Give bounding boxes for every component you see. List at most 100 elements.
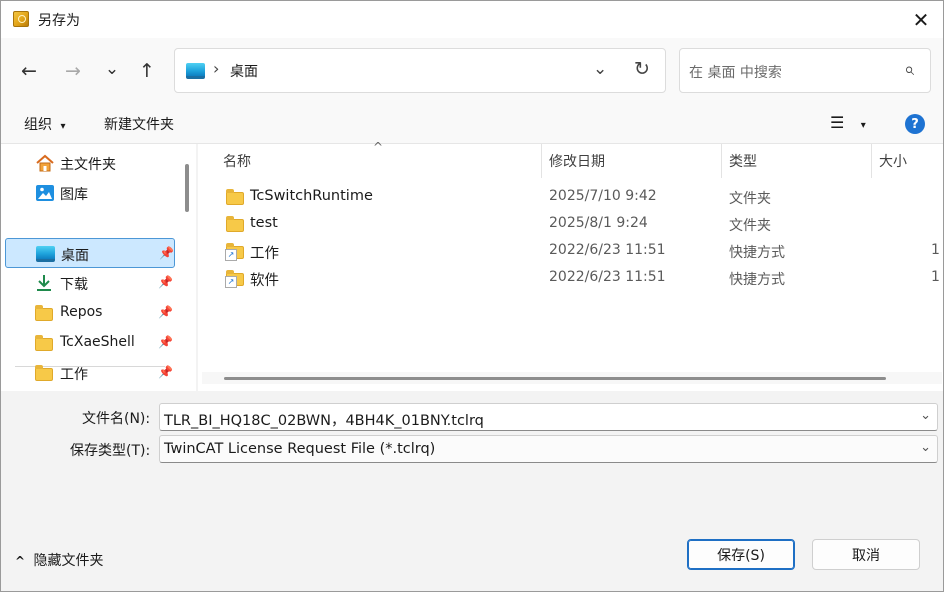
forward-arrow-icon: → — [65, 60, 81, 82]
file-row[interactable]: 工作 2022/6/23 11:51 快捷方式 1 — [198, 238, 943, 265]
sidebar-item-label: 图库 — [60, 187, 88, 203]
folder-icon — [35, 305, 53, 321]
organize-label: 组织 — [24, 117, 52, 133]
column-header-type[interactable]: 类型 — [729, 151, 757, 171]
sidebar-item-label: Repos — [60, 304, 103, 320]
folder-icon — [35, 365, 53, 381]
cancel-button-label: 取消 — [852, 547, 880, 564]
file-size: 1 — [931, 269, 940, 285]
search-icon: ⌕ — [904, 59, 915, 80]
file-row[interactable]: 软件 2022/6/23 11:51 快捷方式 1 — [198, 265, 943, 292]
folder-icon — [226, 216, 244, 232]
column-header-date[interactable]: 修改日期 — [549, 151, 605, 171]
file-date: 2025/8/1 9:24 — [549, 215, 648, 231]
column-separator[interactable] — [721, 144, 722, 178]
organize-button[interactable]: 组织 ▾ — [24, 114, 65, 134]
folder-icon — [226, 189, 244, 205]
file-type-select[interactable]: TwinCAT License Request File (*.tclrq) ⌄ — [159, 435, 938, 463]
hide-folders-label: 隐藏文件夹 — [33, 553, 104, 569]
sidebar-item-downloads[interactable]: 下载 📌 — [5, 268, 175, 298]
sidebar-item-home[interactable]: 主文件夹 — [5, 148, 175, 178]
sort-ascending-icon: ^ — [373, 140, 384, 154]
column-separator[interactable] — [871, 144, 872, 178]
folder-icon — [35, 335, 53, 351]
breadcrumb-separator-icon: › — [213, 59, 220, 78]
file-size: 1 — [931, 242, 940, 258]
file-name: 软件 — [250, 273, 279, 289]
chevron-down-icon: ⌄ — [920, 440, 931, 455]
pin-icon: 📌 — [158, 305, 173, 319]
dialog-footer: ^ 隐藏文件夹 保存(S) 取消 — [1, 515, 943, 591]
sidebar-item-repos[interactable]: Repos 📌 — [5, 298, 175, 328]
column-header-size[interactable]: 大小 — [879, 151, 907, 171]
up-button[interactable]: ↑ — [132, 56, 162, 86]
gallery-icon — [36, 185, 54, 201]
app-icon — [13, 11, 29, 27]
sidebar-item-label: 主文件夹 — [60, 157, 116, 173]
dropdown-arrow-icon: ▾ — [860, 120, 866, 131]
save-button[interactable]: 保存(S) — [687, 539, 795, 570]
file-row[interactable]: TcSwitchRuntime 2025/7/10 9:42 文件夹 — [198, 184, 943, 211]
search-placeholder: 在 桌面 中搜索 — [689, 65, 782, 81]
chevron-down-icon: ⌄ — [104, 59, 120, 79]
hide-folders-toggle[interactable]: ^ 隐藏文件夹 — [15, 550, 104, 570]
sidebar-item-desktop[interactable]: 桌面 📌 — [5, 238, 175, 268]
file-name: test — [250, 215, 278, 231]
sidebar-scrollbar[interactable] — [185, 164, 189, 212]
sidebar-item-gallery[interactable]: 图库 — [5, 178, 175, 208]
help-icon: ? — [911, 116, 919, 132]
download-icon — [37, 275, 51, 291]
filename-label: 文件名(N): — [82, 411, 151, 427]
column-separator[interactable] — [541, 144, 542, 178]
sidebar-item-tcxaeshell[interactable]: TcXaeShell 📌 — [5, 328, 175, 358]
search-box[interactable]: 在 桌面 中搜索 ⌕ — [679, 48, 931, 93]
desktop-icon — [36, 246, 55, 262]
back-arrow-icon: ← — [21, 60, 37, 82]
chevron-down-icon[interactable]: ⌄ — [920, 408, 931, 423]
file-type: 文件夹 — [729, 218, 771, 234]
pin-icon: 📌 — [158, 365, 173, 379]
file-list-scrollbar[interactable] — [202, 372, 942, 384]
file-row[interactable]: test 2025/8/1 9:24 文件夹 — [198, 211, 943, 238]
up-arrow-icon: ↑ — [139, 60, 155, 82]
address-dropdown-icon[interactable]: ⌄ — [593, 59, 607, 79]
view-options-button[interactable]: ☰ ▾ — [830, 113, 866, 132]
chevron-up-icon: ^ — [15, 554, 26, 568]
shortcut-folder-icon — [225, 270, 244, 288]
save-as-dialog: 另存为 ✕ ← → ⌄ ↑ › 桌面 ⌄ ↻ 在 桌面 中搜索 ⌕ 组织 ▾ 新… — [0, 0, 944, 592]
new-folder-button[interactable]: 新建文件夹 — [104, 114, 174, 134]
close-button[interactable]: ✕ — [899, 1, 943, 38]
dropdown-arrow-icon: ▾ — [60, 121, 66, 132]
recent-locations-button[interactable]: ⌄ — [97, 54, 127, 84]
sidebar-item-work[interactable]: 工作 📌 — [5, 358, 175, 388]
help-button[interactable]: ? — [905, 114, 925, 134]
column-header-name[interactable]: 名称 — [223, 151, 251, 171]
refresh-icon[interactable]: ↻ — [634, 58, 650, 80]
pin-icon: 📌 — [158, 275, 173, 289]
command-bar: 组织 ▾ 新建文件夹 ☰ ▾ ? — [1, 104, 943, 144]
address-bar[interactable]: › 桌面 ⌄ ↻ — [174, 48, 666, 93]
file-date: 2022/6/23 11:51 — [549, 242, 666, 258]
sidebar-item-label: TcXaeShell — [60, 334, 135, 350]
filename-input[interactable]: TLR_BI_HQ18C_02BWN，4BH4K_01BNY.tclrq ⌄ — [159, 403, 938, 431]
breadcrumb-location[interactable]: 桌面 — [230, 61, 258, 81]
back-button[interactable]: ← — [14, 56, 44, 86]
shortcut-folder-icon — [225, 243, 244, 261]
file-date: 2025/7/10 9:42 — [549, 188, 657, 204]
file-type-label: 保存类型(T): — [70, 443, 151, 459]
desktop-icon — [186, 63, 205, 79]
file-list: ^ 名称 修改日期 类型 大小 TcSwitchRuntime 2025/7/1… — [198, 140, 943, 391]
scrollbar-thumb[interactable] — [224, 377, 886, 380]
home-icon — [36, 154, 54, 172]
pin-icon: 📌 — [159, 246, 174, 260]
title-bar: 另存为 ✕ — [1, 1, 943, 38]
file-type: 文件夹 — [729, 191, 771, 207]
file-name: 工作 — [250, 246, 279, 262]
file-date: 2022/6/23 11:51 — [549, 269, 666, 285]
sidebar-item-label: 下载 — [60, 277, 88, 293]
navigation-pane: 主文件夹 图库 桌面 📌 下载 📌 Repos 📌 TcXaeShell 📌 工… — [1, 144, 196, 391]
cancel-button[interactable]: 取消 — [812, 539, 920, 570]
forward-button[interactable]: → — [58, 56, 88, 86]
pin-icon: 📌 — [158, 335, 173, 349]
file-name: TcSwitchRuntime — [250, 188, 373, 204]
